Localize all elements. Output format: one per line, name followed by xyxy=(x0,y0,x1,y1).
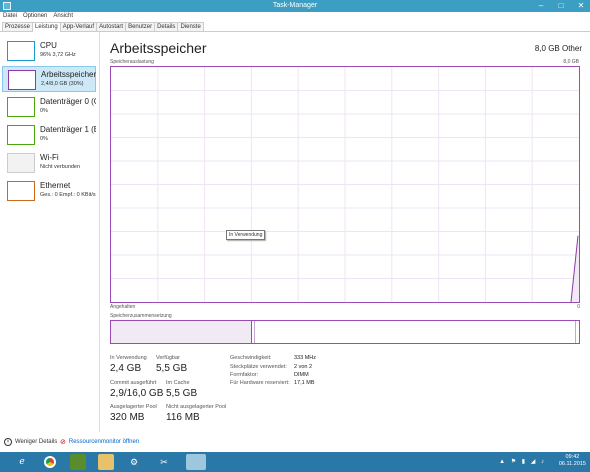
taskbar: e ⚙ ✂ ▲ ⚑ ▮ ◢ ♪ 09:42 06.11.2015 xyxy=(0,452,590,472)
hw-reserved-label: Für Hardware reserviert: xyxy=(230,380,290,386)
memory-composition-bar xyxy=(110,320,580,344)
nonpaged-pool-value: 116 MB xyxy=(166,412,200,423)
page-title: Arbeitsspeicher xyxy=(110,40,207,56)
sidebar-item-sub: Nicht verbunden xyxy=(40,164,81,170)
sidebar-item-label: Datenträger 1 (E: F xyxy=(40,125,96,134)
system-tray-icons[interactable]: ▲ ⚑ ▮ ◢ ♪ xyxy=(499,458,546,465)
composition-label: Speicherzusammensetzung xyxy=(110,313,172,319)
tab-app-verlauf[interactable]: App-Verlauf xyxy=(59,22,98,31)
paged-pool-value: 320 MB xyxy=(110,412,145,423)
sidebar-item-wifi[interactable]: Wi-Fi Nicht verbunden xyxy=(2,150,96,176)
close-button[interactable]: ✕ xyxy=(576,1,586,10)
title-bar: Task-Manager – □ ✕ xyxy=(0,0,590,12)
resource-monitor-label: Ressourcenmonitor öffnen xyxy=(68,439,140,445)
ethernet-thumbnail xyxy=(7,181,35,201)
sidebar-item-ethernet[interactable]: Ethernet Ges.: 0 Empf.: 0 KBit/s xyxy=(2,178,96,204)
sidebar-item-sub: 0% xyxy=(40,108,48,114)
form-factor-label: Formfaktor: xyxy=(230,372,259,378)
graph-bottom-right: 0 xyxy=(577,304,580,310)
available-value: 5,5 GB xyxy=(156,363,188,374)
available-label: Verfügbar xyxy=(156,355,180,361)
memory-usage-graph xyxy=(110,66,580,303)
minecraft-icon[interactable] xyxy=(70,454,86,470)
tab-bar: Prozesse Leistung App-Verlauf Autostart … xyxy=(0,21,590,32)
disk-0-thumbnail xyxy=(7,97,35,117)
in-use-label: In Verwendung xyxy=(110,355,147,361)
in-use-value: 2,4 GB xyxy=(110,363,142,374)
sidebar-item-cpu[interactable]: CPU 96% 3,72 GHz xyxy=(2,38,96,64)
composition-in-use xyxy=(111,321,252,343)
less-details-button[interactable]: ˄ Weniger Details xyxy=(4,438,57,446)
maximize-button[interactable]: □ xyxy=(556,1,566,10)
sidebar-item-label: Ethernet xyxy=(40,181,71,190)
tab-leistung[interactable]: Leistung xyxy=(32,22,61,32)
tab-details[interactable]: Details xyxy=(154,22,179,31)
composition-divider xyxy=(575,321,576,343)
sidebar-item-disk-0[interactable]: Datenträger 0 (C:) 0% xyxy=(2,94,96,120)
memory-usage-svg xyxy=(111,67,579,302)
graph-tooltip: In Verwendung xyxy=(226,230,266,240)
resource-monitor-link[interactable]: ⊘ Ressourcenmonitor öffnen xyxy=(60,438,139,446)
memory-thumbnail xyxy=(8,70,36,90)
graph-max-label: 8,0 GB xyxy=(563,59,579,65)
performance-sidebar: CPU 96% 3,72 GHz Arbeitsspeicher 2,4/8,0… xyxy=(0,32,100,432)
form-factor-value: DIMM xyxy=(294,372,309,378)
commit-value: 2,9/16,0 GB xyxy=(110,388,164,399)
sidebar-item-label: Arbeitsspeicher xyxy=(41,70,97,79)
graph-bottom-label: Angehalten xyxy=(110,304,136,310)
menu-ansicht[interactable]: Ansicht xyxy=(53,12,73,21)
wifi-thumbnail xyxy=(7,153,35,173)
cpu-thumbnail xyxy=(7,41,35,61)
sidebar-item-disk-1[interactable]: Datenträger 1 (E: F 0% xyxy=(2,122,96,148)
sidebar-item-label: Wi-Fi xyxy=(40,153,59,162)
sidebar-item-label: CPU xyxy=(40,41,57,50)
cache-label: Im Cache xyxy=(166,380,190,386)
hw-reserved-value: 17,1 MB xyxy=(294,380,315,386)
menu-optionen[interactable]: Optionen xyxy=(23,12,47,21)
minimize-button[interactable]: – xyxy=(536,1,546,10)
window-title: Task-Manager xyxy=(272,2,318,9)
slots-label: Steckplätze verwendet: xyxy=(230,364,287,370)
speed-label: Geschwindigkeit: xyxy=(230,355,272,361)
tab-dienste[interactable]: Dienste xyxy=(177,22,204,31)
less-details-label: Weniger Details xyxy=(15,439,58,445)
tab-prozesse[interactable]: Prozesse xyxy=(2,22,34,31)
sidebar-item-sub: 2,4/8,0 GB (30%) xyxy=(41,81,84,87)
chrome-icon[interactable] xyxy=(42,454,58,470)
sidebar-item-memory[interactable]: Arbeitsspeicher 2,4/8,0 GB (30%) xyxy=(2,66,96,92)
speed-value: 333 MHz xyxy=(294,355,317,361)
sidebar-item-label: Datenträger 0 (C:) xyxy=(40,97,96,106)
graph-label: Speicherauslastung xyxy=(110,59,154,65)
composition-divider xyxy=(254,321,255,343)
paged-pool-label: Ausgelagerter Pool xyxy=(110,404,157,410)
tab-autostart[interactable]: Autostart xyxy=(96,22,127,31)
nonpaged-pool-label: Nicht ausgelagerter Pool xyxy=(166,404,227,410)
task-manager-icon[interactable] xyxy=(186,454,206,470)
commit-label: Commit ausgeführt xyxy=(110,380,157,386)
clock[interactable]: 09:42 06.11.2015 xyxy=(559,454,586,468)
menu-bar: Datei Optionen Ansicht xyxy=(0,12,590,21)
explorer-icon[interactable] xyxy=(98,454,114,470)
cache-value: 5,5 GB xyxy=(166,388,198,399)
clock-date: 06.11.2015 xyxy=(558,461,586,467)
total-memory: 8,0 GB Other xyxy=(534,44,582,53)
steam-icon[interactable]: ⚙ xyxy=(126,454,142,470)
sidebar-item-sub: 96% 3,72 GHz xyxy=(40,52,76,58)
ie-icon[interactable]: e xyxy=(14,454,30,470)
slots-value: 2 von 2 xyxy=(294,364,313,370)
footer: ˄ Weniger Details ⊘ Ressourcenmonitor öf… xyxy=(0,434,590,450)
sidebar-item-sub: Ges.: 0 Empf.: 0 KBit/s xyxy=(40,192,96,198)
clock-time: 09:42 xyxy=(565,454,580,460)
resource-monitor-icon: ⊘ xyxy=(60,439,66,446)
sidebar-item-sub: 0% xyxy=(40,136,48,142)
tab-benutzer[interactable]: Benutzer xyxy=(125,22,156,31)
menu-datei[interactable]: Datei xyxy=(3,12,17,21)
tool-icon[interactable]: ✂ xyxy=(156,454,172,470)
disk-1-thumbnail xyxy=(7,125,35,145)
chevron-up-icon: ˄ xyxy=(4,438,12,446)
